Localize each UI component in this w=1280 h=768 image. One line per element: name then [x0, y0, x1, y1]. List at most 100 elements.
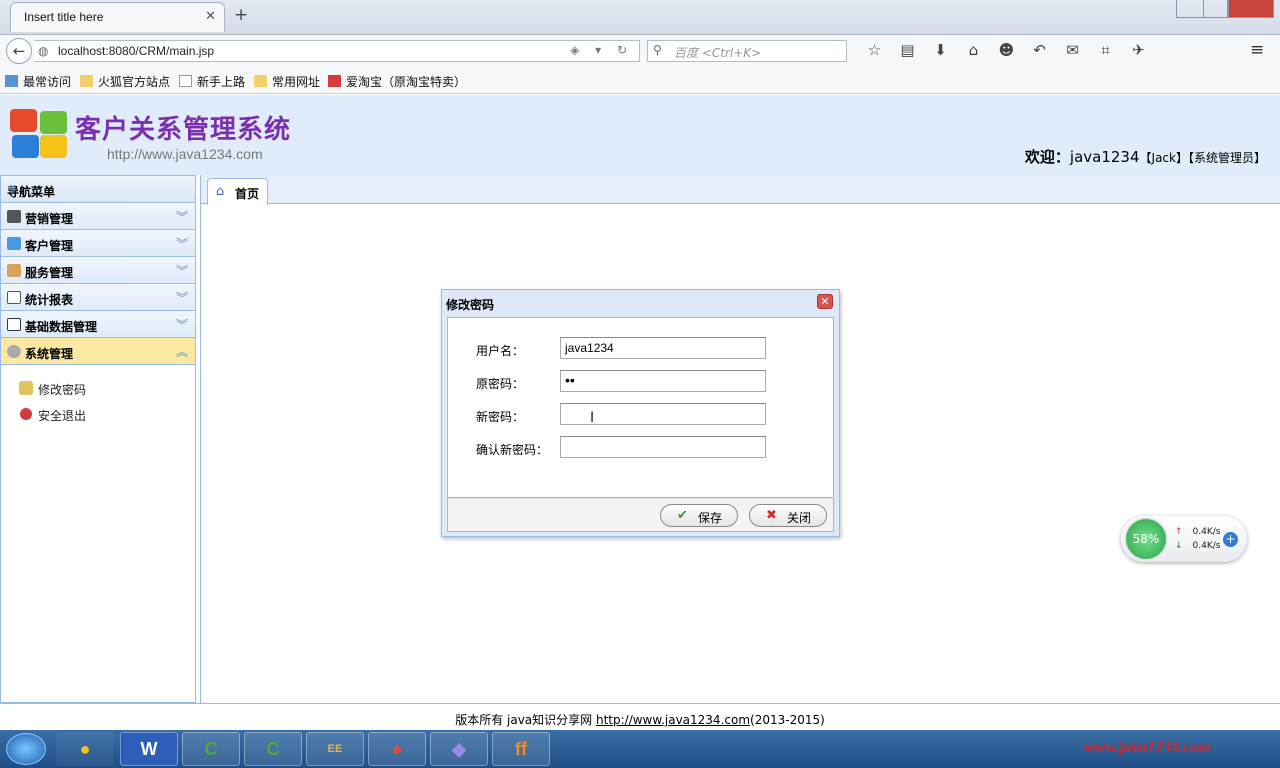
star-icon[interactable]: ☆ [858, 41, 891, 59]
plus-icon[interactable]: + [1223, 532, 1238, 547]
taskbar-app-firefox[interactable]: ff [492, 732, 550, 766]
page-footer: 版本所有 java知识分享网 http://www.java1234.com(2… [0, 703, 1280, 730]
password-icon [19, 381, 33, 395]
address-bar-icons[interactable]: ◈ ▾ ↻ [570, 43, 633, 57]
chat-icon[interactable]: ☻ [990, 41, 1023, 59]
service-icon [7, 264, 21, 277]
download-speed: ↓ 0.4K/s [1175, 541, 1221, 551]
bookmark-icon [5, 75, 18, 87]
windows-taskbar: ● W C C EE ● ◆ ff www.java1234.com [0, 730, 1280, 768]
crop-icon[interactable]: ⌗ [1089, 41, 1122, 59]
url-text: localhost:8080/CRM/main.jsp [58, 44, 215, 58]
minimize-button[interactable] [1176, 0, 1204, 18]
collapse-icon[interactable]: « [7, 180, 188, 196]
menu-service[interactable]: 服务管理 ︾ [1, 257, 195, 284]
close-icon[interactable]: ✕ [205, 9, 216, 24]
taskbar-app-chrome[interactable]: ● [368, 732, 426, 766]
gear-icon [7, 345, 21, 358]
system-title: 客户关系管理系统 [75, 115, 292, 145]
menu-system[interactable]: 系统管理 ︽ [1, 338, 195, 365]
comment-icon[interactable]: ✉ [1056, 41, 1089, 59]
nav-sidebar: 导航菜单 « 营销管理 ︾ 客户管理 ︾ 服务管理 ︾ 统计报表 ︾ 基础数据管理 ︾ 系… [0, 175, 196, 703]
extension-icon[interactable]: ✈ [1122, 41, 1155, 59]
taskbar-app-other[interactable]: ◆ [430, 732, 488, 766]
search-placeholder: 百度 <Ctrl+K> [674, 46, 762, 60]
cross-icon: ✖ [766, 508, 777, 523]
menu-reports[interactable]: 统计报表 ︾ [1, 284, 195, 311]
chart-icon [7, 291, 21, 304]
footer-link[interactable]: http://www.java1234.com [596, 713, 750, 727]
start-button[interactable] [6, 733, 46, 765]
username-label: 用户名： [476, 344, 525, 358]
bookmark-item[interactable]: 新手上路 [179, 73, 245, 90]
taskbar-app-camtasia-2[interactable]: C [244, 732, 302, 766]
menu-marketing[interactable]: 营销管理 ︾ [1, 203, 195, 230]
old-password-label: 原密码： [476, 377, 525, 391]
address-bar[interactable]: ◍ localhost:8080/CRM/main.jsp ◈ ▾ ↻ [34, 40, 640, 62]
close-icon[interactable]: ✕ [817, 294, 833, 309]
logout-icon [20, 408, 32, 420]
welcome-prefix: 欢迎： [1024, 148, 1070, 166]
maximize-button[interactable] [1203, 0, 1228, 18]
browser-tab[interactable]: Insert title here ✕ [10, 2, 225, 32]
browser-toolbar: ☆ ▤ ⬇ ⌂ ☻ ↶ ✉ ⌗ ✈ [858, 41, 1155, 59]
confirm-password-label: 确认新密码： [476, 443, 549, 457]
bookmarks-bar: 最常访问 火狐官方站点 新手上路 常用网址 爱淘宝（原淘宝特卖） [0, 66, 1280, 94]
bookmark-item[interactable]: 爱淘宝（原淘宝特卖） [328, 73, 466, 90]
home-icon[interactable]: ⌂ [957, 41, 990, 59]
taskbar-app-camtasia[interactable]: C [182, 732, 240, 766]
back-arrow-icon[interactable]: ← [6, 38, 32, 64]
dialog-body: 用户名： java1234 原密码： •• 新密码： 确认新密码： [447, 317, 834, 498]
search-input[interactable]: ⚲ 百度 <Ctrl+K> [647, 40, 847, 62]
change-password-dialog: 修改密码 ✕ 用户名： java1234 原密码： •• 新密码： 确认新密码：… [441, 289, 840, 537]
taskbar-app-colorful[interactable]: ● [56, 732, 114, 766]
welcome-text: 欢迎：java1234【Jack】【系统管理员】 [1025, 146, 1266, 167]
cpu-gauge: 58% [1124, 517, 1168, 561]
old-password-field[interactable]: •• [560, 370, 766, 392]
undo-icon[interactable]: ↶ [1023, 41, 1056, 59]
watermark: www.java1234.com [1084, 739, 1211, 756]
download-icon[interactable]: ⬇ [924, 41, 957, 59]
close-button[interactable]: ✖ 关闭 [749, 504, 827, 527]
username-field[interactable]: java1234 [560, 337, 766, 359]
window-close-button[interactable] [1228, 0, 1274, 18]
main-tabstrip: ⌂ 首页 [201, 175, 1280, 205]
footer-text: 版本所有 java知识分享网 http://www.java1234.com(2… [455, 713, 825, 727]
browser-tabbar: Insert title here ✕ + [0, 0, 1280, 34]
windows-logo-icon [10, 109, 68, 159]
taskbar-app-word[interactable]: W [120, 732, 178, 766]
submenu-logout[interactable]: 安全退出 [1, 401, 195, 427]
chevron-down-icon: ︾ [175, 291, 188, 305]
menu-basedata[interactable]: 基础数据管理 ︾ [1, 311, 195, 338]
dialog-title: 修改密码 [446, 298, 495, 312]
folder-icon [80, 75, 93, 87]
arrow-down-icon: ↓ [1175, 541, 1183, 551]
database-icon [7, 318, 21, 331]
screen: { "browser": { "tab_title": "Insert titl… [0, 0, 1280, 768]
new-tab-button[interactable]: + [234, 5, 248, 25]
taobao-icon [328, 75, 341, 87]
marketing-icon [7, 210, 21, 223]
reading-list-icon[interactable]: ▤ [891, 41, 924, 59]
chevron-down-icon: ︾ [175, 264, 188, 278]
submenu-spacer [1, 365, 195, 375]
new-password-label: 新密码： [476, 410, 525, 424]
arrow-up-icon: ↑ [1175, 527, 1183, 537]
submenu-change-password[interactable]: 修改密码 [1, 375, 195, 401]
bookmark-item[interactable]: 火狐官方站点 [80, 73, 170, 90]
menu-customer[interactable]: 客户管理 ︾ [1, 230, 195, 257]
taskbar-app-javaee[interactable]: EE [306, 732, 364, 766]
network-speed-widget[interactable]: 58% ↑ 0.4K/s ↓ 0.4K/s + [1121, 516, 1247, 562]
globe-icon: ◍ [38, 44, 49, 58]
sidebar-header: 导航菜单 « [1, 176, 195, 203]
save-button[interactable]: ✔ 保存 [660, 504, 738, 527]
tab-home[interactable]: ⌂ 首页 [207, 178, 268, 205]
bookmark-item[interactable]: 最常访问 [5, 73, 71, 90]
check-icon: ✔ [677, 508, 688, 523]
hamburger-menu-icon[interactable]: ≡ [1250, 40, 1264, 60]
confirm-password-field[interactable] [560, 436, 766, 458]
tab-title: Insert title here [24, 10, 104, 24]
bookmark-item[interactable]: 常用网址 [254, 73, 320, 90]
folder-icon [254, 75, 267, 87]
browser-navbar: ← ◍ localhost:8080/CRM/main.jsp ◈ ▾ ↻ ⚲ … [0, 34, 1280, 66]
